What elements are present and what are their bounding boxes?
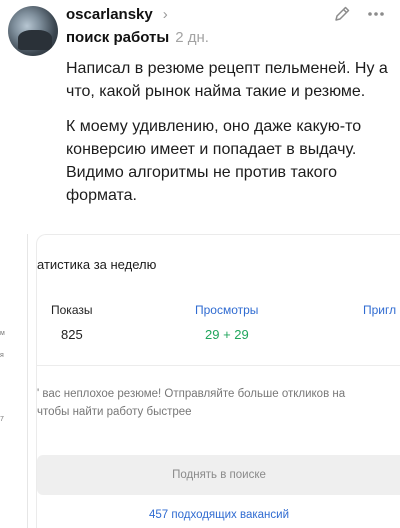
post-timestamp: 2 дн. xyxy=(175,29,209,46)
stat-value-views: 29 + 29 xyxy=(205,327,249,342)
resume-tip-line: чтобы найти работу быстрее xyxy=(37,406,192,418)
post-body: Написал в резюме рецепт пельменей. Ну а … xyxy=(66,57,396,219)
more-dots-icon[interactable] xyxy=(366,4,386,24)
stats-title: атистика за неделю xyxy=(37,257,157,272)
stat-value-impressions: 825 xyxy=(61,327,83,342)
post-actions xyxy=(332,4,386,24)
resume-tip: ' вас неплохое резюме! Отправляйте больш… xyxy=(37,385,400,421)
matching-vacancies-link[interactable]: 457 подходящих вакансий xyxy=(37,509,400,521)
chevron-right-icon[interactable]: › xyxy=(163,6,168,23)
post-paragraph: К моему удивлению, оно даже какую-то кон… xyxy=(66,118,362,204)
topic-label[interactable]: поиск работы xyxy=(66,29,169,46)
attached-screenshot[interactable]: м я 7 атистика за неделю Показы 825 Прос… xyxy=(0,234,400,528)
left-panel-mark: 7 xyxy=(0,416,4,423)
left-panel-mark: я xyxy=(0,352,4,359)
pencil-icon[interactable] xyxy=(332,4,352,24)
left-panel-mark: м xyxy=(0,330,5,337)
raise-in-search-button[interactable]: Поднять в поиске xyxy=(37,455,400,495)
left-panel-fragment: м я 7 xyxy=(0,234,28,528)
stat-label-impressions: Показы xyxy=(51,303,93,317)
author-row: oscarlansky › xyxy=(66,6,168,23)
post-meta: поиск работы 2 дн. xyxy=(66,29,209,46)
stat-label-views[interactable]: Просмотры xyxy=(195,303,258,317)
post-paragraph: Написал в резюме рецепт пельменей. Ну а … xyxy=(66,60,388,100)
resume-tip-line: ' вас неплохое резюме! Отправляйте больш… xyxy=(37,388,346,400)
avatar[interactable] xyxy=(8,6,58,56)
divider xyxy=(37,365,400,366)
author-name[interactable]: oscarlansky xyxy=(66,6,153,23)
stats-card: атистика за неделю Показы 825 Просмотры … xyxy=(36,234,400,528)
stat-label-invitations[interactable]: Пригл xyxy=(363,303,396,317)
